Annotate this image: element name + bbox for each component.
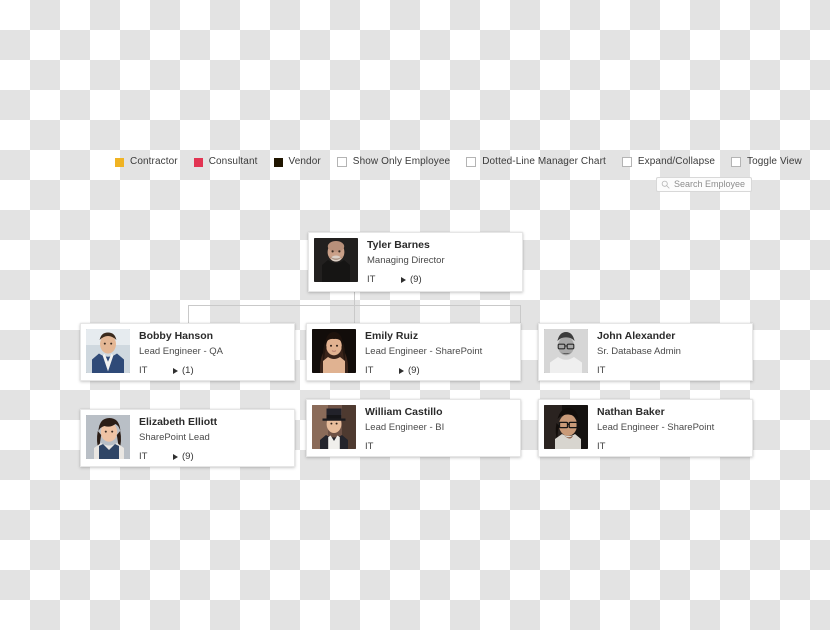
expand-children-button[interactable]: (9) (401, 274, 422, 285)
expand-children-button[interactable]: (1) (173, 365, 194, 376)
card-footer: IT (365, 441, 515, 452)
search-icon (661, 180, 670, 189)
expand-children-button[interactable]: (9) (399, 365, 420, 376)
legend-label-contractor: Contractor (130, 156, 178, 167)
connector-drop-right (520, 305, 521, 323)
connector-drop-middle (354, 305, 355, 323)
card-body: Nathan Baker Lead Engineer - SharePoint … (597, 405, 747, 452)
org-card-bobby-hanson[interactable]: Bobby Hanson Lead Engineer - QA IT (1) (80, 323, 295, 381)
card-footer: IT (9) (139, 451, 289, 462)
triangle-right-icon (173, 453, 178, 460)
avatar (544, 405, 588, 449)
checkbox-label-show-only-employee: Show Only Employee (352, 156, 451, 167)
triangle-right-icon (401, 276, 406, 283)
checkbox-box-show-only-employee[interactable] (336, 157, 347, 167)
card-body: Tyler Barnes Managing Director IT (9) (367, 238, 517, 285)
employee-department: IT (139, 451, 148, 462)
checkbox-show-only-employee[interactable]: Show Only Employee (336, 156, 451, 168)
employee-department: IT (597, 441, 606, 452)
employee-name: Elizabeth Elliott (139, 416, 218, 428)
employee-title: Lead Engineer - SharePoint (597, 422, 715, 433)
contractor-color-swatch (115, 157, 124, 167)
vendor-color-swatch (273, 157, 283, 167)
direct-reports-count: (9) (410, 274, 422, 285)
checkbox-dotted-line-manager-chart[interactable]: Dotted-Line Manager Chart (466, 156, 606, 168)
org-card-emily-ruiz[interactable]: Emily Ruiz Lead Engineer - SharePoint IT… (306, 323, 521, 381)
checkbox-label-dotted-line-manager-chart: Dotted-Line Manager Chart (482, 156, 606, 167)
checkbox-toggle-view[interactable]: Toggle View (731, 156, 802, 168)
employee-name: Nathan Baker (597, 406, 665, 418)
checkbox-box-expand-collapse[interactable] (621, 157, 632, 167)
avatar (86, 415, 130, 459)
card-body: Emily Ruiz Lead Engineer - SharePoint IT… (365, 329, 515, 376)
employee-department: IT (597, 365, 606, 376)
employee-department: IT (367, 274, 376, 285)
employee-department: IT (365, 365, 374, 376)
org-card-root[interactable]: Tyler Barnes Managing Director IT (9) (308, 232, 523, 292)
search-input-placeholder[interactable]: Search Employee (674, 179, 745, 190)
card-body: John Alexander Sr. Database Admin IT (597, 329, 747, 376)
triangle-right-icon (173, 367, 178, 374)
legend-item-contractor: Contractor (115, 156, 178, 168)
employee-department: IT (139, 365, 148, 376)
org-chart-canvas: Contractor Consultant Vendor Show Only E… (0, 0, 830, 630)
legend-item-vendor: Vendor (273, 156, 321, 168)
card-footer: IT (597, 365, 747, 376)
avatar (312, 329, 356, 373)
card-body: Elizabeth Elliott SharePoint Lead IT (9) (139, 415, 289, 462)
legend-label-consultant: Consultant (208, 156, 258, 167)
avatar (314, 238, 358, 282)
checkbox-expand-collapse[interactable]: Expand/Collapse (621, 156, 715, 168)
org-card-william-castillo[interactable]: William Castillo Lead Engineer - BI IT (306, 399, 521, 457)
consultant-color-swatch (193, 157, 203, 167)
search-employee-field[interactable]: Search Employee (656, 177, 752, 192)
employee-department: IT (365, 441, 374, 452)
expand-children-button[interactable]: (9) (173, 451, 194, 462)
checkbox-box-dotted-line-manager-chart[interactable] (466, 157, 477, 167)
triangle-right-icon (399, 367, 404, 374)
chart-toolbar: Contractor Consultant Vendor Show Only E… (115, 154, 802, 170)
employee-name: Emily Ruiz (365, 330, 419, 342)
direct-reports-count: (9) (182, 451, 194, 462)
org-card-john-alexander[interactable]: John Alexander Sr. Database Admin IT (538, 323, 753, 381)
employee-name: John Alexander (597, 330, 676, 342)
org-card-nathan-baker[interactable]: Nathan Baker Lead Engineer - SharePoint … (538, 399, 753, 457)
card-body: William Castillo Lead Engineer - BI IT (365, 405, 515, 452)
employee-title: Lead Engineer - QA (139, 346, 223, 357)
card-footer: IT (9) (365, 365, 515, 376)
avatar (312, 405, 356, 449)
card-footer: IT (1) (139, 365, 289, 376)
connector-drop-left (188, 305, 189, 323)
employee-title: Managing Director (367, 255, 445, 266)
employee-title: Lead Engineer - SharePoint (365, 346, 483, 357)
employee-title: Lead Engineer - BI (365, 422, 445, 433)
employee-name: William Castillo (365, 406, 443, 418)
direct-reports-count: (1) (182, 365, 194, 376)
checkbox-label-toggle-view: Toggle View (747, 156, 802, 167)
employee-name: Tyler Barnes (367, 239, 430, 251)
avatar (544, 329, 588, 373)
direct-reports-count: (9) (408, 365, 420, 376)
avatar (86, 329, 130, 373)
connector-root-stem (354, 292, 355, 305)
employee-name: Bobby Hanson (139, 330, 214, 342)
employee-title: SharePoint Lead (139, 432, 210, 443)
card-body: Bobby Hanson Lead Engineer - QA IT (1) (139, 329, 289, 376)
employee-title: Sr. Database Admin (597, 346, 681, 357)
card-footer: IT (9) (367, 274, 517, 285)
legend-label-vendor: Vendor (288, 156, 321, 167)
legend-item-consultant: Consultant (193, 156, 258, 168)
org-card-elizabeth-elliott[interactable]: Elizabeth Elliott SharePoint Lead IT (9) (80, 409, 295, 467)
card-footer: IT (597, 441, 747, 452)
checkbox-label-expand-collapse: Expand/Collapse (637, 156, 715, 167)
checkbox-box-toggle-view[interactable] (731, 157, 741, 167)
